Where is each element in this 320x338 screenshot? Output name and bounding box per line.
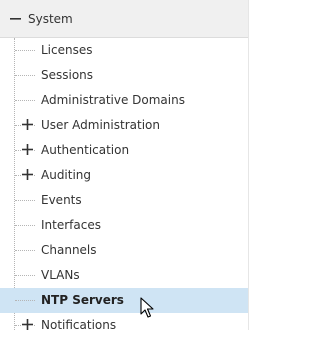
- plus-icon[interactable]: [22, 144, 33, 155]
- tree-guide-branch: [15, 100, 35, 101]
- tree-item-user-administration[interactable]: User Administration: [0, 113, 248, 138]
- tree-guide-branch: [15, 250, 35, 251]
- tree-item-label: VLANs: [41, 268, 80, 282]
- tree-guide-branch: [15, 200, 35, 201]
- tree-item-events[interactable]: Events: [0, 188, 248, 213]
- tree-item-label: Sessions: [41, 68, 94, 82]
- tree-item-label: Events: [41, 193, 82, 207]
- mouse-cursor-icon: [140, 297, 154, 318]
- plus-icon[interactable]: [22, 319, 33, 330]
- tree-item-label: Channels: [41, 243, 97, 257]
- tree-item-label: Authentication: [41, 143, 130, 157]
- tree-guide-branch: [15, 225, 35, 226]
- tree-item-auditing[interactable]: Auditing: [0, 163, 248, 188]
- tree-item-label: NTP Servers: [41, 293, 124, 307]
- minus-icon[interactable]: [10, 13, 21, 24]
- tree-item-label: Auditing: [41, 168, 92, 182]
- tree-item-authentication[interactable]: Authentication: [0, 138, 248, 163]
- tree-guide-branch: [15, 300, 35, 301]
- tree-item-ntp-servers[interactable]: NTP Servers: [0, 288, 248, 313]
- tree-item-administrative-domains[interactable]: Administrative Domains: [0, 88, 248, 113]
- tree-item-interfaces[interactable]: Interfaces: [0, 213, 248, 238]
- tree-item-label: Licenses: [41, 43, 93, 57]
- navigation-tree: System Licenses Sessions Administrative …: [0, 0, 250, 332]
- tree-node-system-label: System: [28, 12, 73, 26]
- tree-guide-branch: [15, 275, 35, 276]
- plus-icon[interactable]: [22, 119, 33, 130]
- tree-item-label: Administrative Domains: [41, 93, 185, 107]
- tree-item-channels[interactable]: Channels: [0, 238, 248, 263]
- tree-item-licenses[interactable]: Licenses: [0, 38, 248, 63]
- panel-border: [248, 0, 249, 330]
- tree-guide-branch: [15, 75, 35, 76]
- tree-item-label: Interfaces: [41, 218, 101, 232]
- tree-item-notifications[interactable]: Notifications: [0, 313, 248, 338]
- plus-icon[interactable]: [22, 169, 33, 180]
- tree-item-sessions[interactable]: Sessions: [0, 63, 248, 88]
- tree-item-vlans[interactable]: VLANs: [0, 263, 248, 288]
- tree-item-label: User Administration: [41, 118, 160, 132]
- tree-guide-branch: [15, 50, 35, 51]
- tree-node-system[interactable]: System: [0, 0, 249, 38]
- tree-item-label: Notifications: [41, 318, 117, 332]
